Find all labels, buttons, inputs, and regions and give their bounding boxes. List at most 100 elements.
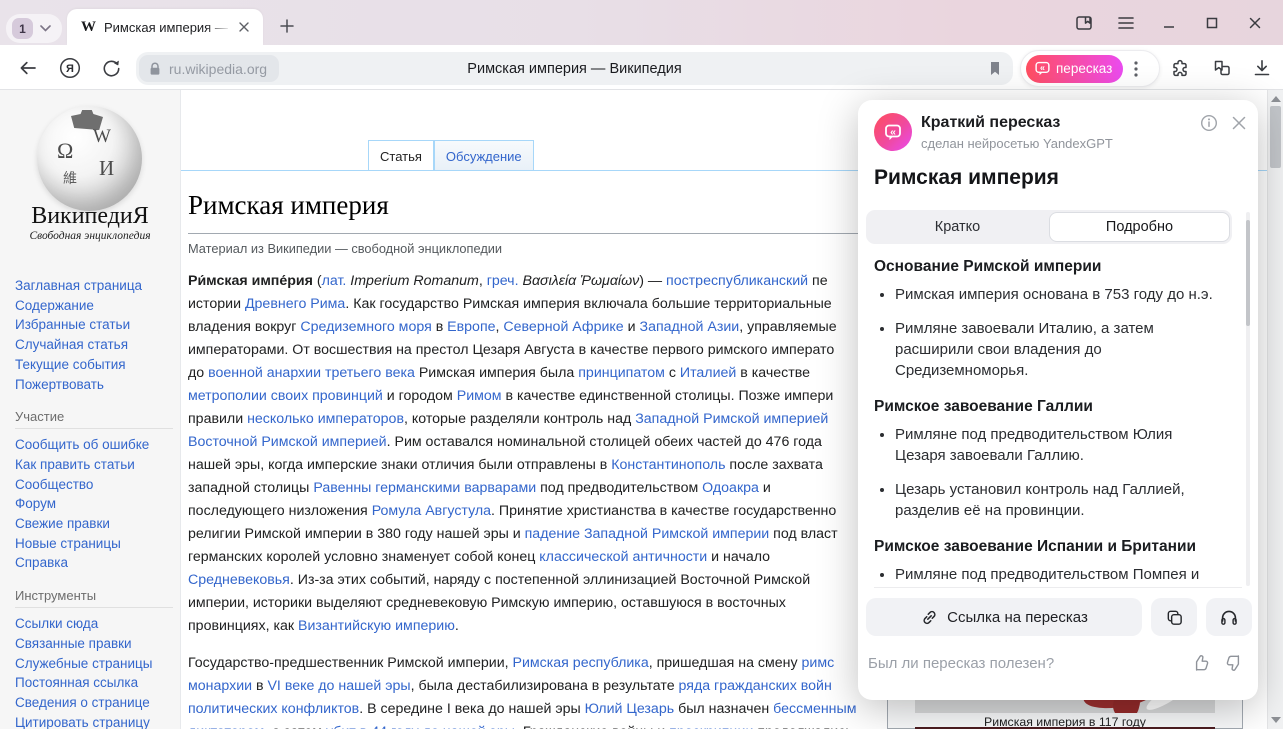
info-button[interactable] bbox=[1200, 114, 1218, 132]
chevron-down-icon[interactable] bbox=[40, 25, 51, 32]
article-link[interactable]: несколько императоров bbox=[247, 411, 404, 427]
article-link[interactable]: политических конфликтов bbox=[188, 701, 359, 717]
sidebar-link[interactable]: Случайная статья bbox=[15, 335, 173, 355]
article-line: диктатором, а затем убит в 44 году до на… bbox=[188, 721, 882, 729]
article-link[interactable]: Византийскую империю bbox=[298, 618, 455, 634]
article-link[interactable]: проскрипции bbox=[669, 724, 753, 729]
article-link[interactable]: военной анархии третьего века bbox=[208, 365, 415, 381]
scrollbar-down-arrow[interactable] bbox=[1271, 717, 1281, 723]
article-link[interactable]: падение Западной Римской империи bbox=[525, 526, 770, 542]
window-minimize-button[interactable] bbox=[1157, 12, 1181, 34]
panel-scrollbar-thumb[interactable] bbox=[1246, 220, 1250, 326]
yandex-home-button[interactable]: Я bbox=[58, 56, 82, 80]
article-link[interactable]: принципатом bbox=[578, 365, 665, 381]
wiki-tab[interactable]: Статья bbox=[368, 140, 434, 171]
side-panel-button[interactable] bbox=[1072, 12, 1096, 34]
text-segment: . Рим оставался номинальной столицей обе… bbox=[387, 434, 822, 450]
sidebar-link[interactable]: Избранные статьи bbox=[15, 315, 173, 335]
sidebar-link[interactable]: Содержание bbox=[15, 296, 173, 316]
new-tab-button[interactable] bbox=[274, 13, 300, 39]
sidebar-link[interactable]: Цитировать страницу bbox=[15, 713, 173, 729]
wiki-tab[interactable]: Обсуждение bbox=[434, 140, 534, 171]
sidebar-link[interactable]: Сообщество bbox=[15, 475, 173, 495]
article-link[interactable]: VI веке до нашей эры bbox=[267, 678, 410, 694]
article-link[interactable]: убит в 44 году до нашей эры bbox=[326, 724, 515, 729]
scrollbar-thumb[interactable] bbox=[1270, 106, 1281, 168]
sidebar-link[interactable]: Заглавная страница bbox=[15, 276, 173, 296]
tab-brief[interactable]: Кратко bbox=[866, 210, 1049, 244]
wikipedia-logo[interactable]: Ω W И 維 bbox=[37, 106, 142, 211]
extensions-button[interactable] bbox=[1168, 56, 1192, 80]
article-link[interactable]: Римом bbox=[457, 388, 502, 404]
sidebar-link[interactable]: Свежие правки bbox=[15, 514, 173, 534]
tab-close-icon[interactable] bbox=[238, 21, 250, 33]
thumbs-up-icon[interactable] bbox=[1191, 653, 1211, 673]
collections-button[interactable] bbox=[1210, 56, 1234, 80]
browser-menu-button[interactable] bbox=[1114, 12, 1138, 34]
back-button[interactable] bbox=[15, 56, 39, 80]
article-link[interactable]: постреспубликанский bbox=[666, 273, 808, 289]
article-link[interactable]: Западной Римской империей bbox=[635, 411, 828, 427]
domain-chip[interactable]: ru.wikipedia.org bbox=[139, 55, 279, 82]
article-link[interactable]: классической античности bbox=[539, 549, 707, 565]
sidebar-link[interactable]: Ссылки сюда bbox=[15, 614, 173, 634]
article-link[interactable]: Древнего Рима bbox=[245, 296, 345, 312]
article-link[interactable]: Западной Азии bbox=[640, 319, 740, 335]
text-segment: после захвата bbox=[725, 457, 822, 473]
window-close-button[interactable] bbox=[1243, 12, 1267, 34]
sidebar-link[interactable]: Новые страницы bbox=[15, 534, 173, 554]
copy-summary-button[interactable] bbox=[1151, 598, 1197, 636]
scrollbar-up-arrow[interactable] bbox=[1271, 96, 1281, 102]
article-link[interactable]: греч. bbox=[487, 273, 519, 289]
sidebar-link[interactable]: Связанные правки bbox=[15, 634, 173, 654]
sidebar-link[interactable]: Сообщить об ошибке bbox=[15, 435, 173, 455]
text-segment: , управляемые bbox=[739, 319, 836, 335]
sidebar-link[interactable]: Форум bbox=[15, 494, 173, 514]
article-link[interactable]: Италией bbox=[680, 365, 736, 381]
article-link[interactable]: Равенны германскими варварами bbox=[313, 480, 536, 496]
sidebar-link[interactable]: Служебные страницы bbox=[15, 654, 173, 674]
summary-link-button[interactable]: Ссылка на пересказ bbox=[866, 598, 1142, 636]
bookmark-icon[interactable] bbox=[986, 59, 1004, 78]
pereskaz-button[interactable]: « пересказ bbox=[1026, 55, 1123, 83]
text-segment: . В середине I века до нашей эры bbox=[359, 701, 584, 717]
sidebar-link[interactable]: Постоянная ссылка bbox=[15, 673, 173, 693]
article-link[interactable]: диктатором bbox=[188, 724, 264, 729]
sidebar-link[interactable]: Как править статьи bbox=[15, 455, 173, 475]
article-link[interactable]: Средневековья bbox=[188, 572, 290, 588]
article-link[interactable]: Юлий Цезарь bbox=[585, 701, 675, 717]
logo-puzzle-piece bbox=[71, 110, 103, 130]
panel-close-button[interactable] bbox=[1230, 114, 1248, 132]
window-maximize-button[interactable] bbox=[1200, 12, 1224, 34]
article-link[interactable]: Восточной Римской империей bbox=[188, 434, 387, 450]
article-link[interactable]: римс bbox=[802, 655, 835, 671]
wikipedia-wordmark[interactable]: ВикипедиЯ bbox=[0, 203, 180, 230]
article-link[interactable]: Северной Африке bbox=[503, 319, 623, 335]
article-link[interactable]: монархии bbox=[188, 678, 252, 694]
tab-group-chip[interactable]: 1 bbox=[6, 14, 62, 43]
article-link[interactable]: Константинополь bbox=[611, 457, 725, 473]
panel-scrollbar[interactable] bbox=[1246, 212, 1250, 586]
article-link[interactable]: Одоакра bbox=[702, 480, 759, 496]
sidebar-link[interactable]: Текущие события bbox=[15, 355, 173, 375]
sidebar-link[interactable]: Пожертвовать bbox=[15, 375, 173, 395]
tab-detailed[interactable]: Подробно bbox=[1049, 212, 1230, 242]
sidebar-link[interactable]: Сведения о странице bbox=[15, 693, 173, 713]
article-link[interactable]: лат. bbox=[322, 273, 347, 289]
sidebar-link[interactable]: Справка bbox=[15, 553, 173, 573]
article-link[interactable]: метрополии своих провинций bbox=[188, 388, 383, 404]
thumbs-down-icon[interactable] bbox=[1224, 653, 1244, 673]
article-link[interactable]: Средиземного моря bbox=[300, 319, 431, 335]
more-options-icon[interactable] bbox=[1134, 61, 1138, 77]
page-scrollbar[interactable] bbox=[1267, 90, 1283, 729]
refresh-button[interactable] bbox=[99, 56, 123, 80]
article-link[interactable]: бессменным bbox=[773, 701, 856, 717]
article-link[interactable]: Римская республика bbox=[513, 655, 649, 671]
article-link[interactable]: ряда гражданских войн bbox=[679, 678, 832, 694]
listen-summary-button[interactable] bbox=[1206, 598, 1252, 636]
browser-tab[interactable]: W Римская империя — В bbox=[67, 9, 263, 45]
address-bar[interactable]: ru.wikipedia.org Римская империя — Викип… bbox=[136, 52, 1013, 85]
article-link[interactable]: Ромула Августула bbox=[372, 503, 491, 519]
downloads-button[interactable] bbox=[1250, 56, 1274, 80]
article-link[interactable]: Европе bbox=[447, 319, 495, 335]
